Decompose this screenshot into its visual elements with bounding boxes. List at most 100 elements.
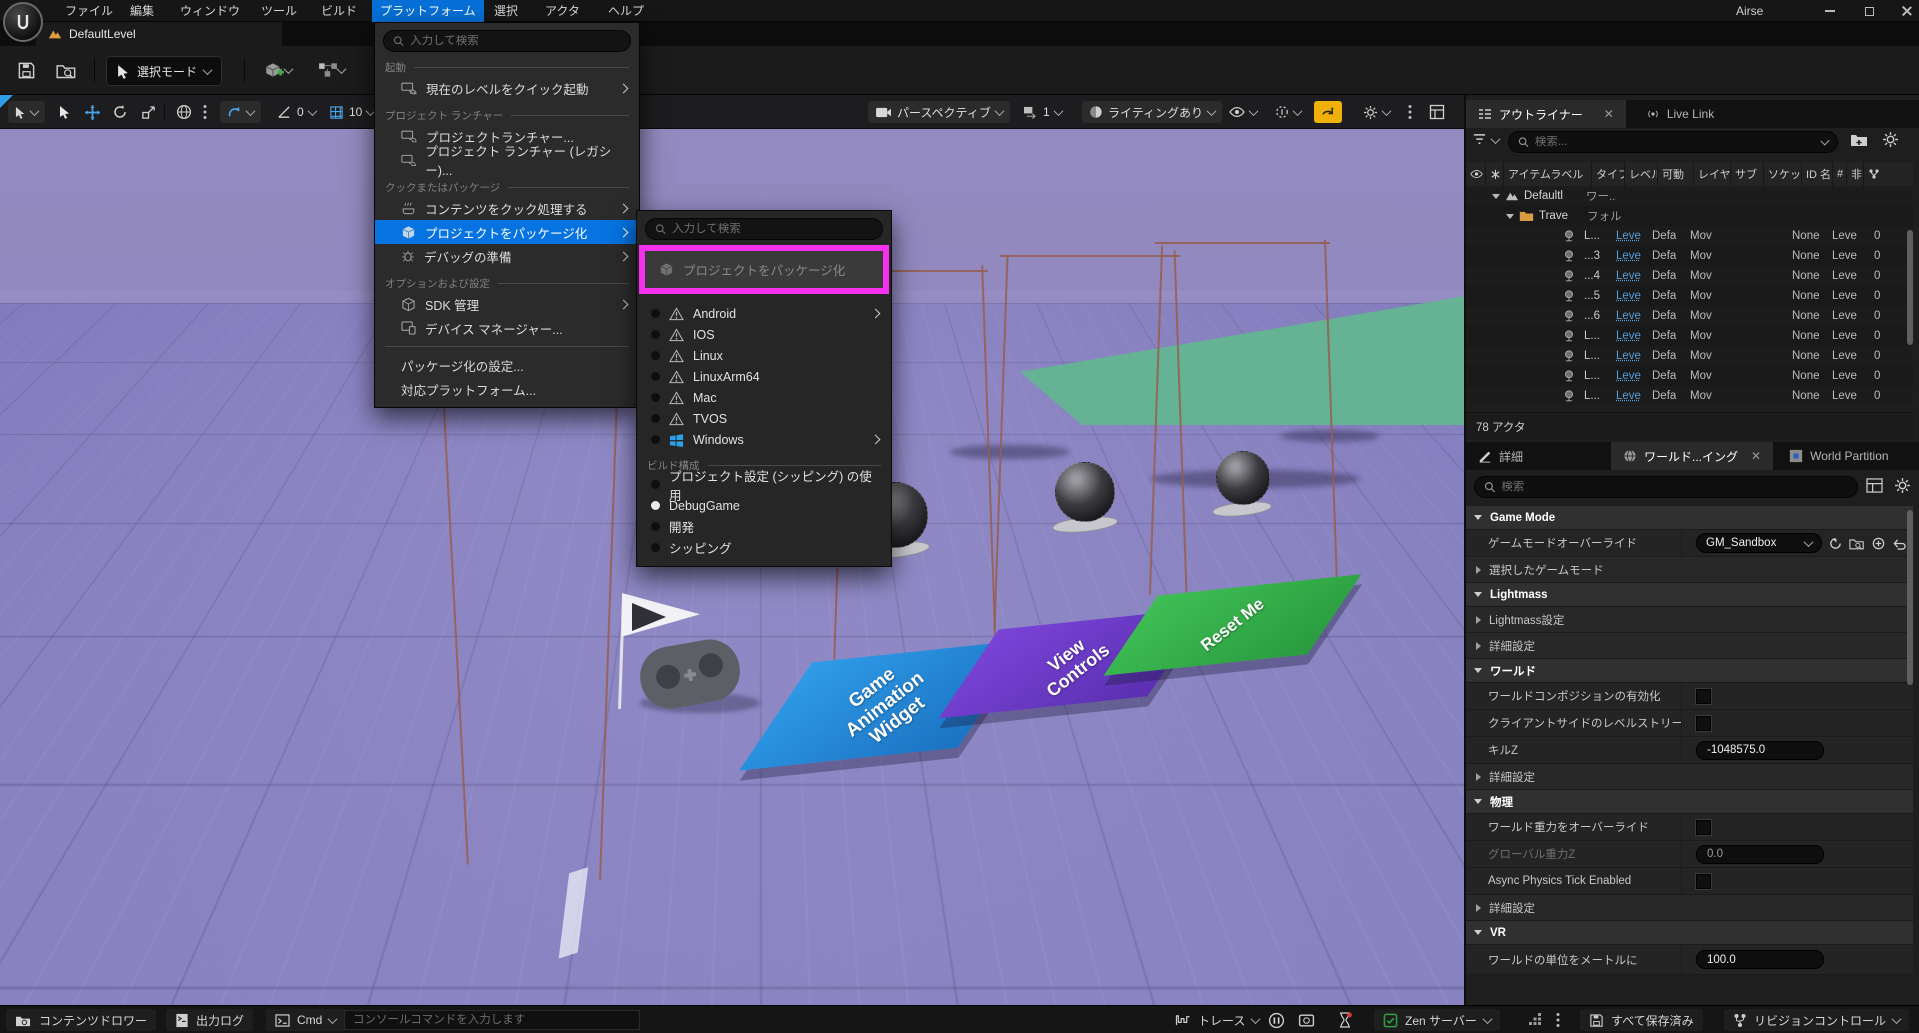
config-development[interactable]: 開発 — [637, 516, 891, 537]
more-options-icon[interactable] — [198, 101, 212, 123]
section-world[interactable]: ワールド — [1466, 659, 1913, 683]
caret-down-icon[interactable] — [1492, 194, 1500, 199]
section-physics[interactable]: 物理 — [1466, 790, 1913, 814]
col-sub[interactable]: サブ — [1731, 162, 1764, 186]
col-item-label[interactable]: アイテムラベル — [1504, 162, 1592, 186]
platform-linux[interactable]: Linux — [637, 345, 891, 366]
tab-outliner[interactable]: アウトライナー ✕ — [1466, 100, 1626, 128]
col-hidden[interactable]: 非 — [1847, 162, 1864, 186]
world-composition-checkbox[interactable] — [1696, 689, 1711, 704]
outliner-scrollbar[interactable] — [1907, 230, 1913, 345]
select-tool-icon[interactable] — [54, 101, 76, 123]
details-scrollbar[interactable] — [1907, 510, 1913, 685]
col-socket-icon[interactable] — [1864, 162, 1886, 186]
level-link[interactable]: Leve — [1616, 250, 1652, 262]
view-modes-dropdown[interactable] — [1268, 101, 1308, 123]
pinned-star-icon[interactable] — [1486, 162, 1504, 186]
async-physics-checkbox[interactable] — [1696, 874, 1711, 889]
submenu-item-package-project-disabled[interactable]: プロジェクトをパッケージ化 — [645, 251, 883, 288]
close-button[interactable] — [1893, 3, 1919, 19]
use-selected-icon[interactable] — [1828, 536, 1843, 551]
platform-android[interactable]: Android — [637, 303, 891, 324]
detail-settings-gear-icon[interactable] — [1894, 477, 1911, 494]
output-log-button[interactable]: 出力ログ — [166, 1009, 253, 1031]
menu-edit[interactable]: 編集 — [122, 0, 162, 22]
menu-window[interactable]: ウィンドウ — [172, 0, 248, 22]
unreal-logo-icon[interactable] — [3, 2, 43, 42]
tab-live-link[interactable]: Live Link — [1634, 100, 1726, 128]
menu-item-cook-content[interactable]: コンテンツをクック処理する — [375, 196, 639, 220]
console-command-input[interactable] — [344, 1010, 640, 1030]
platform-tvos[interactable]: TVOS — [637, 408, 891, 429]
outliner-filter-button[interactable] — [1472, 133, 1499, 147]
content-drawer-button[interactable]: コンテンツドロワー — [6, 1009, 156, 1031]
maximize-viewport-icon[interactable] — [1424, 101, 1450, 123]
table-row[interactable]: L... Leve Defa Mov None Leve 0 — [1466, 386, 1913, 406]
menu-help[interactable]: ヘルプ — [600, 0, 652, 22]
gravity-override-checkbox[interactable] — [1696, 820, 1711, 835]
grid-snap-dropdown[interactable]: 10 — [322, 101, 381, 123]
menu-file[interactable]: ファイル — [57, 0, 121, 22]
client-streaming-checkbox[interactable] — [1696, 716, 1711, 731]
trace-dropdown[interactable]: トレース — [1166, 1009, 1268, 1031]
column-view-icon[interactable] — [1866, 478, 1883, 493]
config-use-project-setting[interactable]: プロジェクト設定 (シッピング) の使用 — [637, 474, 891, 495]
platform-windows[interactable]: Windows — [637, 429, 891, 450]
platform-linuxarm64[interactable]: LinuxArm64 — [637, 366, 891, 387]
tab-world-partition[interactable]: World Partition — [1777, 442, 1900, 470]
outliner-column-header[interactable]: アイテムラベル タイプ レベル 可動 レイヤ サブ ソケッ ID 名 # 非 — [1466, 162, 1913, 186]
tab-details[interactable]: 詳細 — [1466, 442, 1535, 470]
task-hourglass-button[interactable] — [1334, 1009, 1356, 1031]
level-link[interactable]: Leve — [1616, 230, 1652, 242]
tree-row-folder[interactable]: Trave フォル — [1466, 206, 1913, 226]
menu-search[interactable] — [383, 30, 631, 52]
lit-mode-dropdown[interactable]: ライティングあり — [1082, 101, 1222, 123]
reset-to-default-icon[interactable] — [1892, 537, 1907, 550]
menu-item-packaging-settings[interactable]: パッケージ化の設定... — [375, 353, 639, 377]
table-row[interactable]: L... Leve Defa Mov None Leve 0 — [1466, 326, 1913, 346]
content-browser-button[interactable] — [50, 56, 82, 84]
global-gravity-z-input[interactable] — [1696, 845, 1824, 864]
rotation-snap-dropdown[interactable] — [220, 101, 261, 123]
kill-z-input[interactable] — [1696, 741, 1824, 760]
cmd-dropdown[interactable]: Cmd — [266, 1009, 345, 1031]
col-layer[interactable]: レイヤ — [1694, 162, 1731, 186]
game-mode-dropdown[interactable]: GM_Sandbox — [1696, 533, 1822, 553]
derived-data-button[interactable] — [1524, 1009, 1547, 1031]
menu-item-supported-platforms[interactable]: 対応プラットフォーム... — [375, 377, 639, 401]
table-row[interactable]: L... Leve Defa Mov None Leve 0 — [1466, 226, 1913, 246]
menu-tools[interactable]: ツール — [253, 0, 305, 22]
close-tab-icon[interactable]: ✕ — [1751, 449, 1761, 463]
row-lightmass-advanced[interactable]: 詳細設定 — [1466, 633, 1913, 659]
level-link[interactable]: Leve — [1616, 290, 1652, 302]
table-row[interactable]: ...3 Leve Defa Mov None Leve 0 — [1466, 246, 1913, 266]
col-mobility[interactable]: 可動 — [1658, 162, 1694, 186]
menu-item-device-manager[interactable]: デバイス マネージャー... — [375, 316, 639, 340]
submenu-search-input[interactable] — [672, 223, 873, 235]
platform-ios[interactable]: IOS — [637, 324, 891, 345]
table-row[interactable]: ...4 Leve Defa Mov None Leve 0 — [1466, 266, 1913, 286]
menu-actor[interactable]: アクタ — [537, 0, 588, 22]
col-type[interactable]: タイプ — [1592, 162, 1625, 186]
maximize-button[interactable] — [1855, 3, 1883, 19]
viewport-more-icon[interactable] — [1404, 101, 1416, 123]
outliner-search[interactable] — [1508, 131, 1838, 153]
table-row[interactable]: L... Leve Defa Mov None Leve 0 — [1466, 366, 1913, 386]
menu-search-input[interactable] — [410, 35, 621, 47]
world-space-icon[interactable] — [172, 101, 196, 123]
blueprints-dropdown[interactable] — [308, 56, 354, 84]
row-world-advanced[interactable]: 詳細設定 — [1466, 764, 1913, 790]
level-link[interactable]: Leve — [1616, 310, 1652, 322]
select-mode-dropdown[interactable]: 選択モード — [106, 56, 222, 86]
save-all-button[interactable]: すべて保存済み — [1580, 1009, 1703, 1031]
visibility-eye-icon[interactable] — [1466, 162, 1486, 186]
zen-server-dropdown[interactable]: Zen サーバー — [1374, 1009, 1500, 1031]
tab-world-settings[interactable]: ワールド...イング ✕ — [1611, 442, 1773, 470]
viewport-settings-dropdown[interactable] — [1356, 101, 1397, 123]
submenu-search[interactable] — [645, 218, 883, 240]
minimize-button[interactable] — [1816, 3, 1844, 19]
level-link[interactable]: Leve — [1616, 350, 1652, 362]
table-row[interactable]: ...5 Leve Defa Mov None Leve 0 — [1466, 286, 1913, 306]
col-level[interactable]: レベル — [1625, 162, 1658, 186]
pause-insights-button[interactable] — [1264, 1009, 1289, 1031]
